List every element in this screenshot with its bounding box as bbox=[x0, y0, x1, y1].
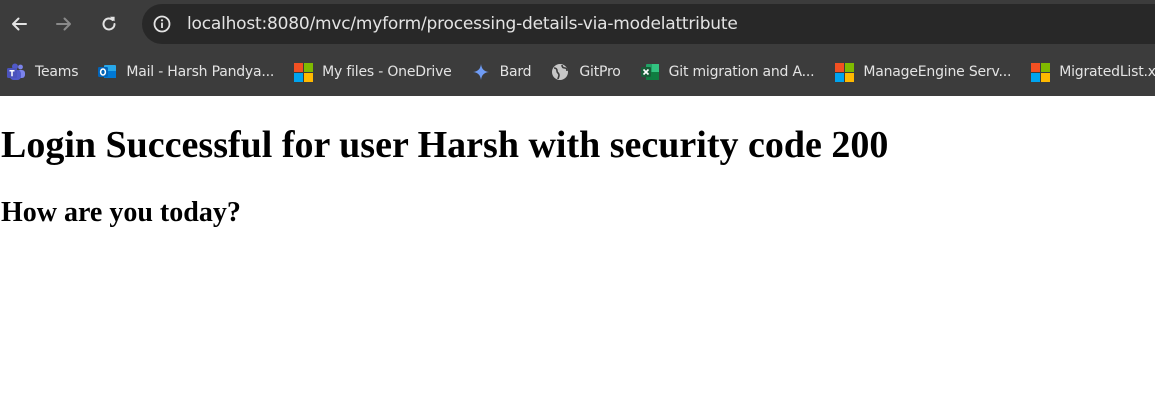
bookmark-onedrive[interactable]: My files - OneDrive bbox=[287, 56, 457, 88]
bookmark-bard[interactable]: Bard bbox=[465, 56, 538, 88]
page-subheading: How are you today? bbox=[1, 197, 241, 228]
globe-icon bbox=[550, 62, 570, 82]
outlook-icon bbox=[97, 62, 117, 82]
browser-toolbar: localhost:8080/mvc/myform/processing-det… bbox=[0, 0, 1155, 48]
bookmarks-bar: Teams Mail - Harsh Pandya... My files - … bbox=[0, 48, 1155, 96]
excel-icon bbox=[640, 62, 660, 82]
reload-button[interactable] bbox=[92, 7, 126, 41]
bookmark-label: My files - OneDrive bbox=[322, 64, 452, 80]
url-text[interactable]: localhost:8080/mvc/myform/processing-det… bbox=[187, 14, 738, 34]
bookmark-teams[interactable]: Teams bbox=[0, 56, 84, 88]
bookmark-label: Teams bbox=[35, 64, 79, 80]
info-icon bbox=[153, 15, 171, 33]
bookmark-label: ManageEngine Serv... bbox=[863, 64, 1012, 80]
bookmark-git-migration[interactable]: Git migration and A... bbox=[634, 56, 821, 88]
forward-button[interactable] bbox=[47, 7, 81, 41]
bookmark-label: MigratedList.xlsx bbox=[1059, 64, 1155, 80]
bookmark-label: GitPro bbox=[579, 64, 621, 80]
reload-icon bbox=[102, 16, 116, 31]
arrow-right-icon bbox=[56, 17, 71, 31]
page-heading: Login Successful for user Harsh with sec… bbox=[1, 124, 889, 166]
bookmark-gitpro[interactable]: GitPro bbox=[544, 56, 626, 88]
bookmark-label: Mail - Harsh Pandya... bbox=[126, 64, 275, 80]
arrow-left-icon bbox=[12, 17, 27, 31]
bookmark-migratedlist[interactable]: MigratedList.xlsx bbox=[1024, 56, 1155, 88]
bookmark-label: Git migration and A... bbox=[668, 64, 815, 80]
bard-sparkle-icon bbox=[471, 62, 491, 82]
back-button[interactable] bbox=[2, 7, 36, 41]
address-bar[interactable]: localhost:8080/mvc/myform/processing-det… bbox=[142, 4, 1155, 44]
site-info-button[interactable] bbox=[148, 10, 176, 38]
microsoft-icon bbox=[1030, 62, 1050, 82]
bookmark-label: Bard bbox=[499, 64, 532, 80]
microsoft-icon bbox=[834, 62, 854, 82]
bookmark-mail[interactable]: Mail - Harsh Pandya... bbox=[91, 56, 280, 88]
teams-icon bbox=[6, 62, 26, 82]
bookmark-manageengine[interactable]: ManageEngine Serv... bbox=[828, 56, 1017, 88]
microsoft-icon bbox=[293, 62, 313, 82]
